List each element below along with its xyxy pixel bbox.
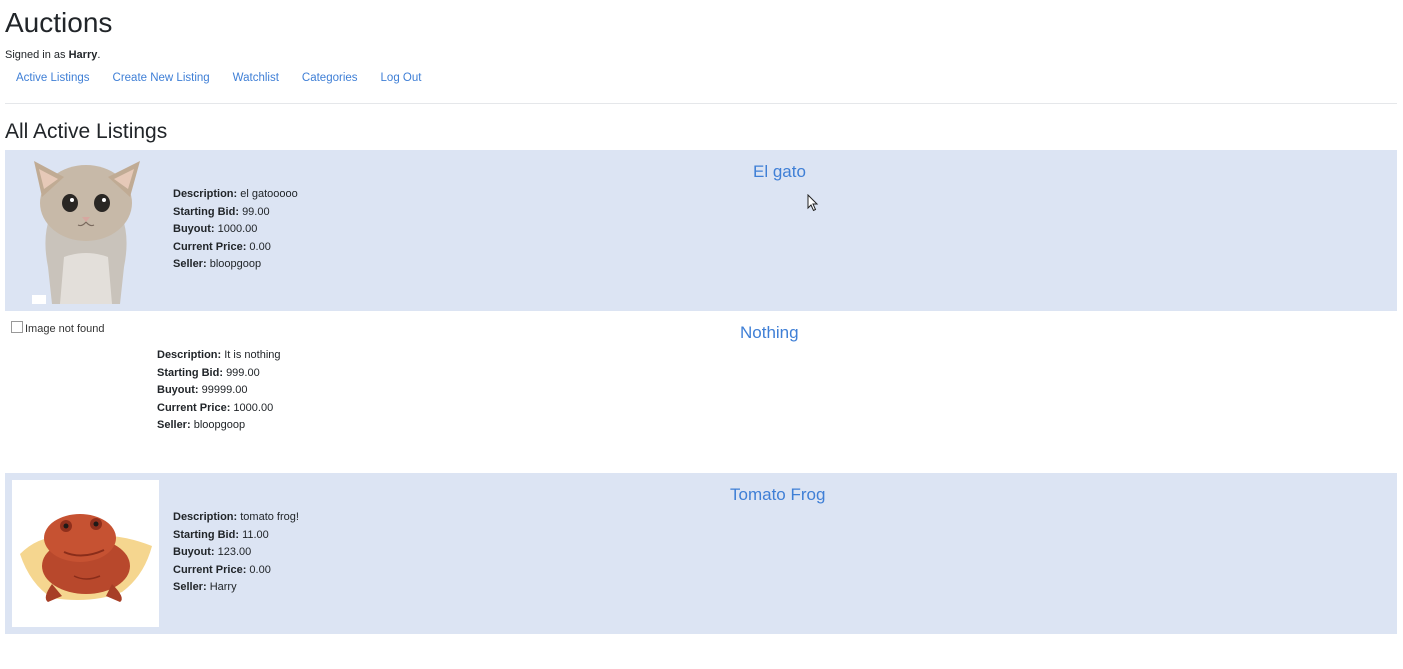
current-price-label: Current Price: — [173, 563, 247, 576]
nav-active-listings[interactable]: Active Listings — [16, 70, 90, 86]
starting-bid-value: 99.00 — [242, 205, 270, 218]
listing-image-frog[interactable] — [12, 480, 159, 627]
seller-label: Seller: — [157, 419, 191, 432]
current-price-label: Current Price: — [173, 240, 247, 253]
listing-details: Description: el gatooooo Starting Bid: 9… — [173, 186, 298, 274]
starting-bid-label: Starting Bid: — [173, 528, 239, 541]
seller-value: bloopgoop — [193, 419, 246, 432]
page-title: All Active Listings — [5, 120, 168, 143]
listing-title-link[interactable]: Tomato Frog — [730, 484, 825, 506]
seller-label: Seller: — [173, 581, 207, 594]
page: Auctions Signed in as Harry. Active List… — [0, 0, 1403, 669]
listing-title-link[interactable]: El gato — [753, 161, 806, 183]
starting-bid-value: 999.00 — [226, 366, 260, 379]
seller-value: bloopgoop — [209, 258, 262, 271]
main-nav: Active Listings Create New Listing Watch… — [16, 70, 444, 86]
buyout-value: 1000.00 — [217, 223, 258, 236]
seller-value: Harry — [209, 581, 237, 594]
signed-in-suffix: . — [97, 49, 101, 61]
current-price-value: 0.00 — [249, 563, 271, 576]
starting-bid-label: Starting Bid: — [173, 205, 239, 218]
buyout-label: Buyout: — [157, 384, 199, 397]
description-value: It is nothing — [224, 349, 281, 361]
starting-bid-label: Starting Bid: — [157, 366, 223, 379]
description-value: tomato frog! — [240, 511, 299, 523]
current-price-value: 0.00 — [249, 240, 271, 253]
listing-card: Tomato Frog Description: tomato frog! St… — [5, 473, 1397, 634]
buyout-value: 123.00 — [217, 546, 252, 559]
listing-details: Description: tomato frog! Starting Bid: … — [173, 509, 299, 597]
header-divider — [5, 103, 1397, 104]
signed-in-user: Harry — [68, 49, 98, 61]
nav-watchlist[interactable]: Watchlist — [233, 70, 279, 86]
starting-bid-value: 11.00 — [242, 528, 269, 541]
listing-details: Description: It is nothing Starting Bid:… — [157, 347, 281, 435]
broken-image-alt: Image not found — [25, 323, 105, 335]
description-label: Description: — [157, 349, 222, 361]
buyout-value: 99999.00 — [201, 384, 248, 397]
description-label: Description: — [173, 188, 238, 200]
buyout-label: Buyout: — [173, 546, 215, 559]
current-price-label: Current Price: — [157, 401, 231, 414]
nav-create-new-listing[interactable]: Create New Listing — [113, 70, 210, 86]
listing-title-link[interactable]: Nothing — [740, 322, 799, 344]
current-price-value: 1000.00 — [233, 401, 274, 414]
signed-in-status: Signed in as Harry. — [5, 47, 100, 63]
seller-label: Seller: — [173, 258, 207, 271]
description-value: el gatooooo — [240, 188, 298, 200]
listing-image-cat[interactable] — [12, 157, 159, 304]
mouse-pointer-icon — [807, 194, 819, 212]
listing-card: Image not found Nothing Description: It … — [5, 311, 1397, 472]
broken-image-icon — [11, 321, 23, 333]
cat-image — [12, 157, 159, 304]
nav-log-out[interactable]: Log Out — [381, 70, 422, 86]
frog-image — [12, 480, 159, 627]
signed-in-prefix: Signed in as — [5, 49, 66, 61]
listing-card: El gato Description: el gatooooo Startin… — [5, 150, 1397, 311]
nav-categories[interactable]: Categories — [302, 70, 358, 86]
buyout-label: Buyout: — [173, 223, 215, 236]
broken-image[interactable]: Image not found — [11, 321, 105, 335]
description-label: Description: — [173, 511, 238, 523]
site-title: Auctions — [5, 7, 113, 38]
